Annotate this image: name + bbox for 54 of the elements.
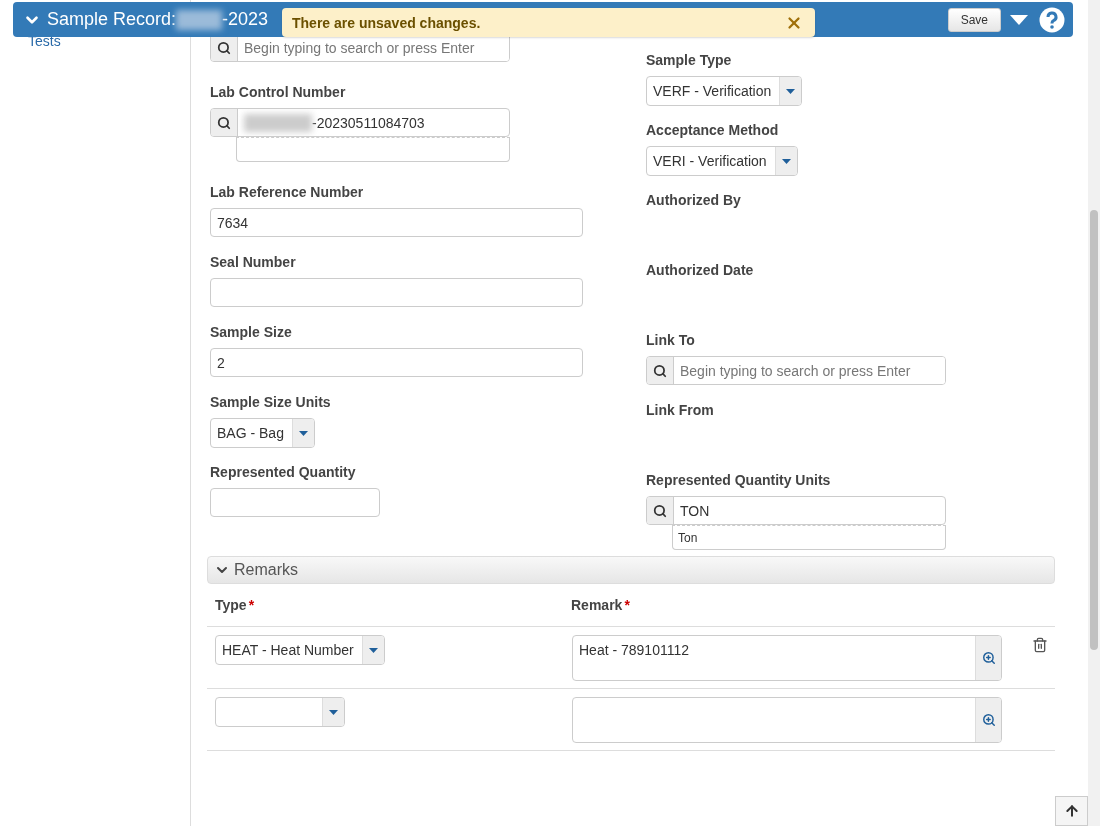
- suggestion-list[interactable]: Ton: [672, 525, 946, 550]
- text-field[interactable]: 2: [210, 348, 583, 377]
- search-icon: [653, 363, 667, 378]
- text-field[interactable]: 7634: [210, 208, 583, 237]
- caret-icon: [774, 147, 797, 175]
- column-header: Remark*: [571, 597, 630, 613]
- save-button[interactable]: Save: [947, 7, 1001, 32]
- scroll-to-top-button[interactable]: [1055, 796, 1088, 826]
- field-label: Lab Reference Number: [210, 184, 364, 200]
- zoom-icon: [981, 651, 996, 665]
- suggestion-item[interactable]: Ton: [678, 531, 698, 545]
- caret-icon: [361, 636, 384, 664]
- select-field[interactable]: [215, 697, 345, 727]
- help-icon[interactable]: [1039, 6, 1065, 33]
- field-label: Link To: [646, 332, 695, 348]
- select-field[interactable]: HEAT - Heat Number: [215, 635, 385, 665]
- search-icon: [217, 40, 231, 55]
- dropdown-caret-icon[interactable]: [1009, 13, 1029, 26]
- field-label: Authorized By: [646, 192, 741, 208]
- field-label: Sample Size: [210, 324, 292, 340]
- lookup-field[interactable]: TON: [646, 496, 946, 525]
- field-value: TON: [680, 502, 710, 519]
- record-title: -2023: [222, 9, 269, 30]
- select-field[interactable]: VERI - Verification: [646, 146, 798, 176]
- lookup-field[interactable]: -20230511084703: [210, 108, 510, 137]
- caret-icon: [322, 698, 344, 726]
- field-label: Represented Quantity: [210, 464, 356, 480]
- caret-icon: [779, 77, 802, 105]
- field-value: -20230511084703: [312, 114, 425, 131]
- record-title: Sample Record:: [47, 9, 177, 30]
- scrollbar[interactable]: [1088, 0, 1100, 826]
- field-label: Seal Number: [210, 254, 296, 270]
- trash-icon[interactable]: [1032, 637, 1048, 653]
- search-icon: [653, 503, 667, 518]
- remark-field[interactable]: [572, 697, 1002, 743]
- text-field[interactable]: [210, 278, 583, 307]
- select-field[interactable]: VERF - Verification: [646, 76, 803, 106]
- column-header: Type*: [215, 597, 255, 613]
- remark-field[interactable]: Heat - 789101112: [572, 635, 1002, 681]
- field-label: Lab Control Number: [210, 84, 346, 100]
- field-label: Acceptance Method: [646, 122, 779, 138]
- field-label: Link From: [646, 402, 714, 418]
- unsaved-changes-toast: There are unsaved changes.: [282, 8, 815, 37]
- search-icon: [217, 115, 231, 130]
- field-label: Sample Type: [646, 52, 732, 68]
- field-label: Represented Quantity Units: [646, 472, 831, 488]
- remarks-section-header[interactable]: Remarks: [207, 556, 1055, 584]
- zoom-icon: [981, 713, 996, 727]
- select-field[interactable]: BAG - Bag: [210, 418, 315, 448]
- search-field[interactable]: Begin typing to search or press Enter: [646, 356, 946, 385]
- caret-icon: [291, 419, 314, 447]
- field-label: Sample Size Units: [210, 394, 331, 410]
- text-field[interactable]: [210, 488, 380, 517]
- field-label: Authorized Date: [646, 262, 754, 278]
